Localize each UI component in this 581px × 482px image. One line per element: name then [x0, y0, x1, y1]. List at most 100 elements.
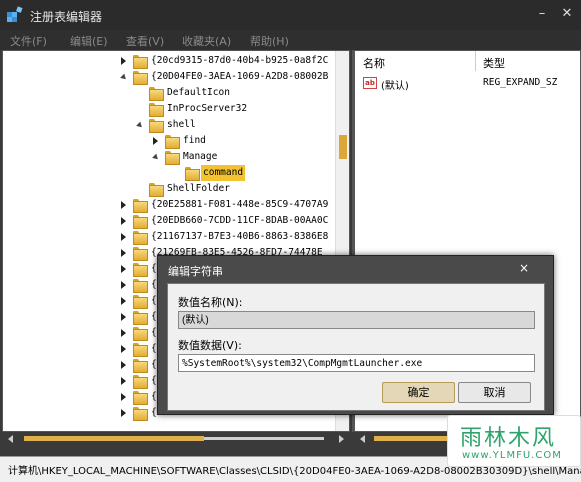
tree-node[interactable]: {20D04FE0-3AEA-1069-A2D8-08002B — [3, 69, 337, 85]
value-data-label: 数值数据(V): — [178, 339, 242, 352]
tree-node-label[interactable]: {20D04FE0-3AEA-1069-A2D8-08002B — [151, 69, 328, 85]
edit-string-dialog: 编辑字符串 × 数值名称(N): (默认) 数值数据(V): %SystemRo… — [157, 255, 554, 415]
expand-arrow-icon[interactable] — [121, 249, 126, 257]
folder-icon — [133, 247, 148, 261]
expand-arrow-icon[interactable] — [121, 57, 126, 65]
tree-node[interactable]: {20cd9315-87d0-40b4-b925-0a8f2C — [3, 53, 337, 69]
tree-node[interactable]: {20E25881-F081-448e-85C9-4707A9 — [3, 197, 337, 213]
collapse-arrow-icon[interactable] — [136, 121, 144, 130]
tree-node-label[interactable]: {20E25881-F081-448e-85C9-4707A9 — [151, 197, 328, 213]
title-bar[interactable]: 注册表编辑器 – ✕ — [0, 0, 581, 30]
tree-node-label[interactable]: ShellFolder — [167, 181, 230, 197]
expand-arrow-icon[interactable] — [121, 281, 126, 289]
folder-icon — [165, 151, 180, 165]
string-value-icon: ab — [363, 77, 377, 89]
scroll-right-icon[interactable] — [339, 435, 344, 443]
expand-arrow-icon[interactable] — [121, 233, 126, 241]
folder-icon — [133, 391, 148, 405]
close-window-button[interactable]: ✕ — [556, 4, 578, 24]
column-divider[interactable] — [475, 51, 476, 71]
expand-arrow-icon[interactable] — [121, 313, 126, 321]
dialog-body: 数值名称(N): (默认) 数值数据(V): %SystemRoot%\syst… — [167, 283, 545, 411]
expand-arrow-icon[interactable] — [121, 409, 126, 417]
tree-node-label[interactable]: {20EDB660-7CDD-11CF-8DAB-00AA0C — [151, 213, 328, 229]
tree-node-label[interactable]: {20cd9315-87d0-40b4-b925-0a8f2C — [151, 53, 328, 69]
tree-node[interactable]: {20EDB660-7CDD-11CF-8DAB-00AA0C — [3, 213, 337, 229]
expand-arrow-icon[interactable] — [121, 345, 126, 353]
watermark-title: 雨林木风 — [460, 426, 557, 451]
scroll-left-icon[interactable] — [8, 435, 13, 443]
dialog-close-icon[interactable]: × — [519, 261, 529, 275]
folder-icon — [149, 87, 164, 101]
minimize-button[interactable]: – — [531, 4, 553, 24]
tree-horizontal-scrollbar[interactable] — [2, 432, 350, 446]
tree-node[interactable]: InProcServer32 — [3, 101, 337, 117]
folder-icon — [133, 231, 148, 245]
folder-icon — [133, 199, 148, 213]
column-header-type[interactable]: 类型 — [483, 55, 505, 71]
folder-icon — [165, 135, 180, 149]
value-data-field[interactable]: %SystemRoot%\system32\CompMgmtLauncher.e… — [178, 354, 535, 372]
tree-node-label[interactable]: {21167137-B7E3-40B6-8863-8386E8 — [151, 229, 328, 245]
regedit-app-icon — [7, 6, 23, 22]
value-name-field: (默认) — [178, 311, 535, 329]
tree-node-label[interactable]: find — [183, 133, 206, 149]
folder-icon — [133, 263, 148, 277]
tree-node[interactable]: command — [3, 165, 337, 181]
folder-icon — [133, 55, 148, 69]
ok-button[interactable]: 确定 — [382, 382, 455, 403]
tree-node-label[interactable]: command — [201, 165, 246, 181]
value-name-label: 数值名称(N): — [178, 296, 243, 309]
folder-icon — [185, 167, 200, 181]
expand-arrow-icon[interactable] — [121, 329, 126, 337]
expand-arrow-icon[interactable] — [121, 377, 126, 385]
cancel-button[interactable]: 取消 — [458, 382, 531, 403]
tree-node[interactable]: Manage — [3, 149, 337, 165]
tree-node-label[interactable]: shell — [167, 117, 196, 133]
expand-arrow-icon[interactable] — [121, 393, 126, 401]
tree-node[interactable]: shell — [3, 117, 337, 133]
tree-scroll-thumb[interactable] — [339, 135, 347, 159]
expand-arrow-icon[interactable] — [121, 361, 126, 369]
scroll-left-icon[interactable] — [360, 435, 365, 443]
folder-icon — [149, 119, 164, 133]
tree-hscroll-thumb[interactable] — [24, 436, 204, 441]
value-name[interactable]: (默认) — [381, 77, 409, 92]
expand-arrow-icon[interactable] — [153, 137, 158, 145]
folder-icon — [133, 359, 148, 373]
folder-icon — [133, 295, 148, 309]
tree-node-label[interactable]: InProcServer32 — [167, 101, 247, 117]
window-title: 注册表编辑器 — [30, 10, 103, 24]
menu-file[interactable]: 文件(F) — [10, 33, 47, 49]
menu-view[interactable]: 查看(V) — [126, 33, 164, 49]
tree-node[interactable]: {21167137-B7E3-40B6-8863-8386E8 — [3, 229, 337, 245]
menu-edit[interactable]: 编辑(E) — [70, 33, 108, 49]
collapse-arrow-icon[interactable] — [152, 153, 160, 162]
expand-arrow-icon[interactable] — [121, 217, 126, 225]
dialog-title: 编辑字符串 — [168, 265, 223, 278]
folder-icon — [133, 343, 148, 357]
tree-node[interactable]: find — [3, 133, 337, 149]
tree-node-label[interactable]: Manage — [183, 149, 217, 165]
watermark-logo: 雨林木风 www.YLMFU.COM — [447, 415, 581, 467]
regedit-window: 注册表编辑器 – ✕ 文件(F) 编辑(E) 查看(V) 收藏夹(A) 帮助(H… — [0, 0, 581, 482]
folder-icon — [133, 215, 148, 229]
folder-icon — [149, 183, 164, 197]
tree-node-label[interactable]: DefaultIcon — [167, 85, 230, 101]
value-type[interactable]: REG_EXPAND_SZ — [483, 77, 557, 88]
menu-bar: 文件(F) 编辑(E) 查看(V) 收藏夹(A) 帮助(H) — [0, 30, 581, 50]
folder-icon — [149, 103, 164, 117]
menu-help[interactable]: 帮助(H) — [250, 33, 289, 49]
menu-favorites[interactable]: 收藏夹(A) — [182, 33, 231, 49]
folder-icon — [133, 327, 148, 341]
folder-icon — [133, 71, 148, 85]
expand-arrow-icon[interactable] — [121, 297, 126, 305]
folder-icon — [133, 279, 148, 293]
collapse-arrow-icon[interactable] — [120, 73, 128, 82]
tree-node[interactable]: ShellFolder — [3, 181, 337, 197]
expand-arrow-icon[interactable] — [121, 265, 126, 273]
column-header-name[interactable]: 名称 — [363, 55, 385, 71]
watermark-url: www.YLMFU.COM — [462, 450, 562, 461]
expand-arrow-icon[interactable] — [121, 201, 126, 209]
tree-node[interactable]: DefaultIcon — [3, 85, 337, 101]
